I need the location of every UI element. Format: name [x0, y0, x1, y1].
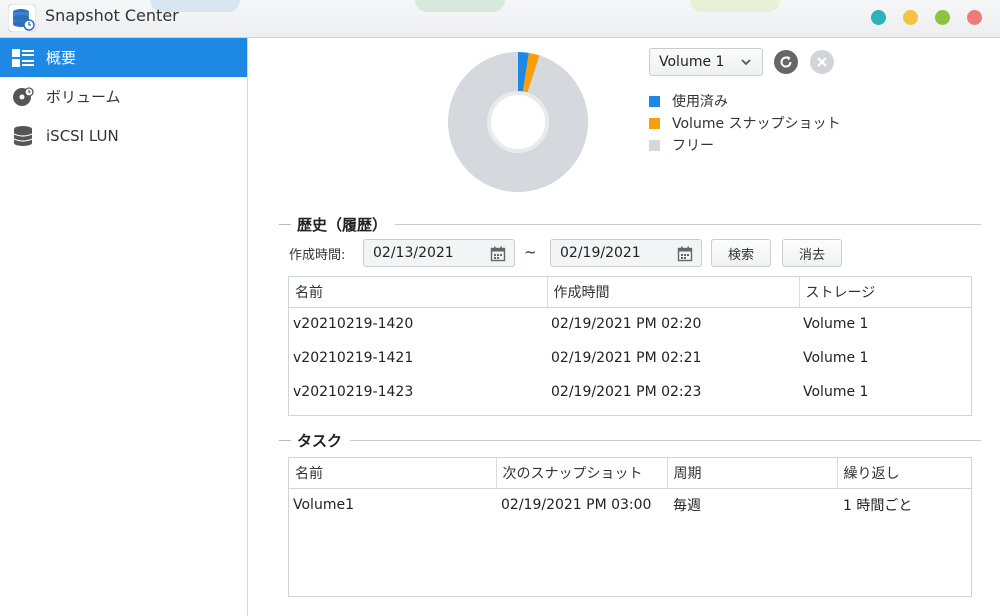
legend-swatch: [649, 95, 660, 107]
legend-swatch: [649, 117, 660, 129]
sidebar-item-label: iSCSI LUN: [46, 126, 119, 145]
table-row[interactable]: v20210219-1423 02/19/2021 PM 02:23 Volum…: [289, 375, 971, 409]
from-date-value: 02/13/2021: [373, 245, 454, 261]
background-decoration: [415, 0, 505, 12]
legend-label: Volume スナップショット: [672, 116, 841, 132]
column-header-created-time[interactable]: 作成時間: [547, 277, 800, 308]
history-section-header: 歴史（履歴）: [279, 213, 981, 235]
history-table: 名前 作成時間 ストレージ v20210219-1420 02/19/2021 …: [288, 276, 972, 416]
table-row[interactable]: v20210219-1421 02/19/2021 PM 02:21 Volum…: [289, 341, 971, 375]
refresh-button[interactable]: [774, 50, 798, 74]
clear-button[interactable]: 消去: [782, 239, 842, 267]
legend-label: フリー: [672, 138, 714, 154]
chevron-down-icon: [741, 59, 751, 66]
app-title: Snapshot Center: [45, 6, 179, 25]
column-header-cycle[interactable]: 周期: [667, 458, 838, 489]
tasks-section-header: タスク: [279, 429, 981, 451]
snapshot-name: v20210219-1423: [293, 384, 414, 400]
legend-swatch: [649, 139, 660, 151]
task-repeat: 1 時間ごと: [843, 498, 913, 515]
tasks-table: 名前 次のスナップショット 周期 繰り返し Volume1 02/19/2021…: [288, 457, 972, 597]
close-icon: [817, 57, 827, 67]
snapshot-created-time: 02/19/2021 PM 02:20: [551, 316, 702, 333]
legend-item-used: 使用済み: [649, 90, 841, 112]
donut-hole: [487, 91, 549, 153]
column-header-name[interactable]: 名前: [289, 458, 497, 489]
search-button[interactable]: 検索: [711, 239, 771, 267]
column-header-repeat[interactable]: 繰り返し: [837, 458, 971, 489]
history-title: 歴史（履歴）: [297, 215, 388, 234]
legend-label: 使用済み: [672, 94, 728, 110]
from-date-input[interactable]: 02/13/2021: [363, 239, 515, 267]
column-header-storage[interactable]: ストレージ: [799, 277, 971, 308]
sidebar-item-volume[interactable]: ボリューム: [0, 77, 247, 116]
snapshot-storage: Volume 1: [803, 350, 869, 366]
sidebar-item-iscsi-lun[interactable]: iSCSI LUN: [0, 116, 247, 155]
snapshot-created-time: 02/19/2021 PM 02:21: [551, 350, 702, 366]
overview-icon: [12, 47, 34, 69]
usage-legend: 使用済み Volume スナップショット フリー: [649, 90, 841, 156]
date-range-separator: ~: [524, 243, 537, 261]
to-date-value: 02/19/2021: [560, 245, 641, 261]
snapshot-storage: Volume 1: [803, 316, 869, 333]
snapshot-storage: Volume 1: [803, 384, 869, 400]
snapshot-created-time: 02/19/2021 PM 02:23: [551, 384, 702, 400]
main-panel: Volume 1 使用済み Volume スナップショット フリー 歴史（履歴）…: [249, 38, 1000, 616]
volume-select-value: Volume 1: [659, 54, 725, 70]
volume-icon: [12, 86, 34, 108]
sidebar-item-label: 概要: [46, 49, 77, 67]
refresh-icon: [780, 56, 792, 68]
sidebar-item-overview[interactable]: 概要: [0, 38, 247, 77]
task-next-snapshot: 02/19/2021 PM 03:00: [501, 497, 652, 514]
task-name: Volume1: [293, 497, 354, 514]
legend-item-snapshot: Volume スナップショット: [649, 112, 841, 134]
task-cycle: 毎週: [673, 498, 701, 515]
snapshot-name: v20210219-1420: [293, 316, 414, 333]
delete-button[interactable]: [810, 50, 834, 74]
calendar-icon[interactable]: [490, 246, 506, 262]
column-header-next-snapshot[interactable]: 次のスナップショット: [496, 458, 668, 489]
to-date-input[interactable]: 02/19/2021: [550, 239, 702, 267]
table-row[interactable]: v20210219-1420 02/19/2021 PM 02:20 Volum…: [289, 307, 971, 341]
tasks-title: タスク: [297, 431, 343, 450]
sidebar: 概要 ボリューム iSCSI LUN: [0, 38, 248, 616]
snapshot-center-app-icon: [8, 4, 36, 32]
sidebar-item-label: ボリューム: [46, 88, 121, 106]
table-row[interactable]: Volume1 02/19/2021 PM 03:00 毎週 1 時間ごと: [289, 488, 971, 522]
volume-select[interactable]: Volume 1: [649, 48, 763, 76]
window-maximize-button[interactable]: [935, 10, 950, 25]
legend-item-free: フリー: [649, 134, 841, 156]
snapshot-name: v20210219-1421: [293, 350, 414, 366]
window-teal-button[interactable]: [871, 10, 886, 25]
title-bar: Snapshot Center: [0, 0, 1000, 38]
calendar-icon[interactable]: [677, 246, 693, 262]
window-minimize-button[interactable]: [903, 10, 918, 25]
storage-usage-donut: [448, 52, 588, 192]
window-close-button[interactable]: [967, 10, 982, 25]
filter-label: 作成時間:: [289, 248, 346, 263]
table-header-row: 名前 作成時間 ストレージ: [289, 277, 971, 308]
background-decoration: [690, 0, 780, 12]
database-icon: [12, 125, 34, 147]
table-header-row: 名前 次のスナップショット 周期 繰り返し: [289, 458, 971, 489]
column-header-name[interactable]: 名前: [289, 277, 548, 308]
